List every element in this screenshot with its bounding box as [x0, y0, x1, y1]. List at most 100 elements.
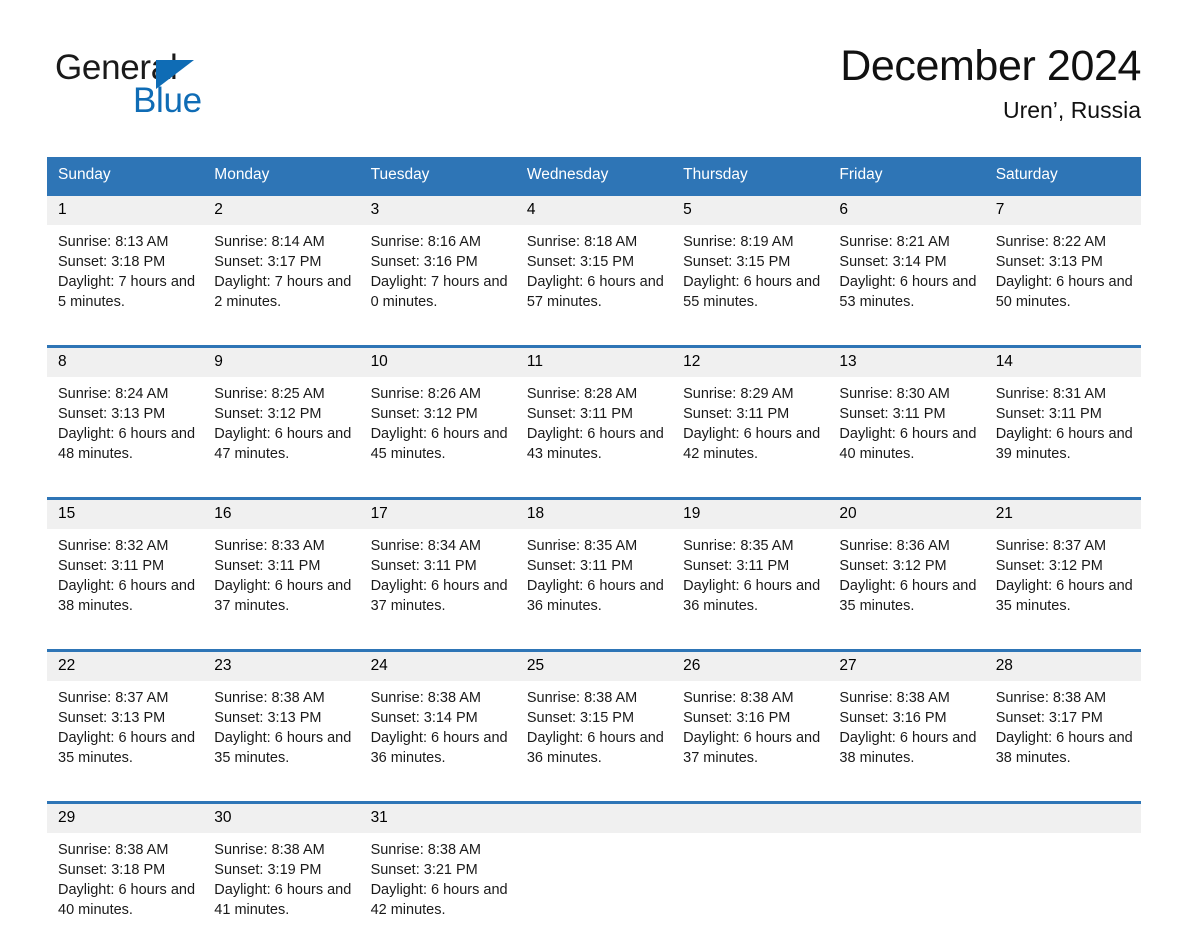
day-number[interactable]: 25	[515, 652, 673, 681]
day-number[interactable]: 19	[672, 500, 829, 529]
day-number[interactable]: 5	[672, 196, 829, 225]
day-number[interactable]: 13	[828, 348, 985, 377]
day-number[interactable]: 26	[672, 652, 829, 681]
week-gap-cell	[47, 484, 1141, 497]
day-number[interactable]: 1	[47, 196, 204, 225]
weekday-header-saturday: Saturday	[984, 157, 1141, 193]
day-cell[interactable]: Sunrise: 8:38 AM Sunset: 3:17 PM Daylight:…	[984, 681, 1141, 788]
sunrise-text: Sunrise: 8:31 AM	[995, 386, 1107, 402]
day-cell[interactable]: Sunrise: 8:36 AM Sunset: 3:12 PM Daylight:…	[828, 529, 985, 636]
day-cell[interactable]: Sunrise: 8:37 AM Sunset: 3:12 PM Daylight:…	[984, 529, 1141, 636]
day-number[interactable]: 30	[203, 804, 360, 833]
daylight-text: Daylight: 6 hours and 36 minutes.	[526, 730, 664, 766]
day-cell[interactable]: Sunrise: 8:19 AM Sunset: 3:15 PM Daylight:…	[672, 225, 829, 332]
daylight-text: Daylight: 6 hours and 45 minutes.	[370, 426, 508, 462]
sunset-text: Sunset: 3:15 PM	[526, 254, 635, 270]
day-number[interactable]: 28	[984, 652, 1141, 681]
day-number[interactable]: 22	[47, 652, 204, 681]
day-cell[interactable]: Sunrise: 8:22 AM Sunset: 3:13 PM Daylight:…	[984, 225, 1141, 332]
day-number[interactable]: 27	[828, 652, 985, 681]
day-number[interactable]: 21	[984, 500, 1141, 529]
day-cell[interactable]: Sunrise: 8:14 AM Sunset: 3:17 PM Daylight:…	[203, 225, 360, 332]
day-cell[interactable]: Sunrise: 8:38 AM Sunset: 3:19 PM Daylight:…	[203, 833, 360, 940]
day-number[interactable]: 31	[359, 804, 516, 833]
brand-logo[interactable]: General Blue	[55, 50, 255, 130]
weekday-header-friday: Friday	[828, 157, 985, 193]
week-gap-cell	[47, 332, 1141, 345]
sunrise-text: Sunrise: 8:38 AM	[683, 690, 794, 706]
sunrise-text: Sunrise: 8:30 AM	[839, 386, 950, 402]
daylight-text: Daylight: 6 hours and 39 minutes.	[995, 426, 1133, 462]
day-number[interactable]: 23	[203, 652, 360, 681]
day-cell[interactable]: Sunrise: 8:35 AM Sunset: 3:11 PM Daylight:…	[515, 529, 673, 636]
day-cell[interactable]: Sunrise: 8:34 AM Sunset: 3:11 PM Daylight:…	[359, 529, 516, 636]
day-number-row: 8 9 10 11 12 13 14	[47, 348, 1141, 377]
day-cell[interactable]: Sunrise: 8:29 AM Sunset: 3:11 PM Daylight:…	[672, 377, 829, 484]
day-number[interactable]: 6	[828, 196, 985, 225]
daylight-text: Daylight: 7 hours and 5 minutes.	[58, 274, 196, 310]
day-cell[interactable]: Sunrise: 8:38 AM Sunset: 3:16 PM Daylight:…	[672, 681, 829, 788]
daylight-text: Daylight: 6 hours and 53 minutes.	[839, 274, 977, 310]
day-cell[interactable]: Sunrise: 8:16 AM Sunset: 3:16 PM Daylight:…	[359, 225, 516, 332]
day-cell[interactable]: Sunrise: 8:37 AM Sunset: 3:13 PM Daylight:…	[47, 681, 204, 788]
day-cell[interactable]: Sunrise: 8:38 AM Sunset: 3:18 PM Daylight:…	[47, 833, 204, 940]
sunset-text: Sunset: 3:19 PM	[214, 862, 322, 878]
day-cell[interactable]: Sunrise: 8:18 AM Sunset: 3:15 PM Daylight:…	[515, 225, 673, 332]
day-number-empty	[515, 804, 673, 833]
day-cell[interactable]: Sunrise: 8:31 AM Sunset: 3:11 PM Daylight:…	[984, 377, 1141, 484]
daylight-text: Daylight: 6 hours and 40 minutes.	[839, 426, 977, 462]
day-info-row: Sunrise: 8:32 AM Sunset: 3:11 PM Daylight:…	[47, 529, 1141, 636]
day-cell[interactable]: Sunrise: 8:21 AM Sunset: 3:14 PM Daylight:…	[828, 225, 985, 332]
day-cell[interactable]: Sunrise: 8:30 AM Sunset: 3:11 PM Daylight:…	[828, 377, 985, 484]
day-number[interactable]: 7	[984, 196, 1141, 225]
day-info-row: Sunrise: 8:24 AM Sunset: 3:13 PM Daylight:…	[47, 377, 1141, 484]
day-number[interactable]: 8	[47, 348, 204, 377]
day-number[interactable]: 9	[203, 348, 360, 377]
week-gap	[47, 636, 1141, 649]
daylight-text: Daylight: 6 hours and 41 minutes.	[214, 882, 352, 918]
sunrise-text: Sunrise: 8:35 AM	[683, 538, 794, 554]
day-number[interactable]: 2	[203, 196, 360, 225]
day-number[interactable]: 20	[828, 500, 985, 529]
day-number[interactable]: 17	[359, 500, 516, 529]
day-number[interactable]: 3	[359, 196, 516, 225]
day-cell[interactable]: Sunrise: 8:38 AM Sunset: 3:16 PM Daylight:…	[828, 681, 985, 788]
day-cell[interactable]: Sunrise: 8:26 AM Sunset: 3:12 PM Daylight:…	[359, 377, 516, 484]
day-number[interactable]: 4	[515, 196, 673, 225]
day-cell[interactable]: Sunrise: 8:13 AM Sunset: 3:18 PM Daylight:…	[47, 225, 204, 332]
day-cell[interactable]: Sunrise: 8:38 AM Sunset: 3:21 PM Daylight:…	[359, 833, 516, 940]
day-cell[interactable]: Sunrise: 8:33 AM Sunset: 3:11 PM Daylight:…	[203, 529, 360, 636]
sunrise-text: Sunrise: 8:37 AM	[58, 690, 169, 706]
day-cell-empty	[672, 833, 829, 940]
day-number[interactable]: 18	[515, 500, 673, 529]
day-number[interactable]: 29	[47, 804, 204, 833]
day-cell[interactable]: Sunrise: 8:35 AM Sunset: 3:11 PM Daylight:…	[672, 529, 829, 636]
day-number[interactable]: 12	[672, 348, 829, 377]
sunrise-text: Sunrise: 8:33 AM	[214, 538, 325, 554]
sunrise-text: Sunrise: 8:35 AM	[526, 538, 638, 554]
day-cell[interactable]: Sunrise: 8:25 AM Sunset: 3:12 PM Daylight:…	[203, 377, 360, 484]
daylight-text: Daylight: 6 hours and 55 minutes.	[683, 274, 821, 310]
week-gap-cell	[47, 788, 1141, 801]
day-number-empty	[984, 804, 1141, 833]
day-number[interactable]: 10	[359, 348, 516, 377]
day-cell[interactable]: Sunrise: 8:38 AM Sunset: 3:14 PM Daylight:…	[359, 681, 516, 788]
sunset-text: Sunset: 3:11 PM	[526, 558, 633, 574]
day-number[interactable]: 16	[203, 500, 360, 529]
day-cell[interactable]: Sunrise: 8:38 AM Sunset: 3:15 PM Daylight:…	[515, 681, 673, 788]
day-number[interactable]: 24	[359, 652, 516, 681]
day-cell[interactable]: Sunrise: 8:24 AM Sunset: 3:13 PM Daylight:…	[47, 377, 204, 484]
day-cell[interactable]: Sunrise: 8:38 AM Sunset: 3:13 PM Daylight:…	[203, 681, 360, 788]
week-gap	[47, 788, 1141, 801]
sunrise-text: Sunrise: 8:16 AM	[370, 234, 481, 250]
daylight-text: Daylight: 6 hours and 40 minutes.	[58, 882, 196, 918]
day-cell[interactable]: Sunrise: 8:28 AM Sunset: 3:11 PM Daylight:…	[515, 377, 673, 484]
sunset-text: Sunset: 3:12 PM	[214, 406, 322, 422]
sunset-text: Sunset: 3:21 PM	[370, 862, 478, 878]
day-number[interactable]: 14	[984, 348, 1141, 377]
day-number[interactable]: 15	[47, 500, 204, 529]
day-number[interactable]: 11	[515, 348, 673, 377]
day-cell[interactable]: Sunrise: 8:32 AM Sunset: 3:11 PM Daylight:…	[47, 529, 204, 636]
sunrise-text: Sunrise: 8:38 AM	[370, 842, 481, 858]
sunset-text: Sunset: 3:13 PM	[58, 406, 166, 422]
